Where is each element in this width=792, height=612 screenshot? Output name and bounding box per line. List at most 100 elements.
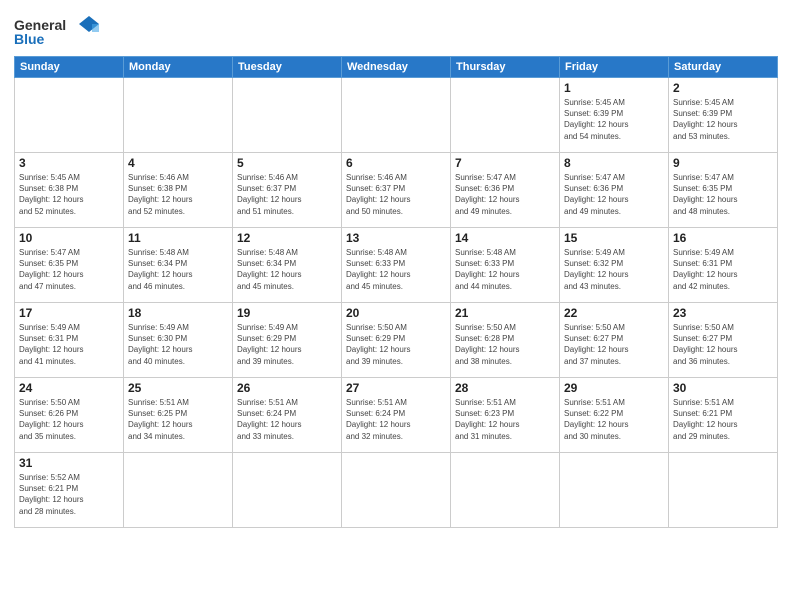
day-number: 31 bbox=[19, 456, 119, 470]
day-info: Sunrise: 5:48 AM Sunset: 6:33 PM Dayligh… bbox=[455, 247, 555, 292]
week-row-6: 31 Sunrise: 5:52 AM Sunset: 6:21 PM Dayli… bbox=[15, 453, 778, 528]
day-number: 18 bbox=[128, 306, 228, 320]
day-info: Sunrise: 5:45 AM Sunset: 6:39 PM Dayligh… bbox=[564, 97, 664, 142]
day-info: Sunrise: 5:48 AM Sunset: 6:34 PM Dayligh… bbox=[237, 247, 337, 292]
day-number: 29 bbox=[564, 381, 664, 395]
day-info: Sunrise: 5:49 AM Sunset: 6:32 PM Dayligh… bbox=[564, 247, 664, 292]
col-header-monday: Monday bbox=[124, 57, 233, 78]
day-info: Sunrise: 5:49 AM Sunset: 6:30 PM Dayligh… bbox=[128, 322, 228, 367]
col-header-saturday: Saturday bbox=[669, 57, 778, 78]
calendar-cell: 10Sunrise: 5:47 AM Sunset: 6:35 PM Dayli… bbox=[15, 228, 124, 303]
day-number: 16 bbox=[673, 231, 773, 245]
day-info: Sunrise: 5:47 AM Sunset: 6:36 PM Dayligh… bbox=[564, 172, 664, 217]
col-header-thursday: Thursday bbox=[451, 57, 560, 78]
calendar-cell bbox=[233, 453, 342, 528]
calendar-cell bbox=[233, 78, 342, 153]
calendar-cell bbox=[342, 453, 451, 528]
calendar-cell: 3 Sunrise: 5:45 AM Sunset: 6:38 PM Daylig… bbox=[15, 153, 124, 228]
calendar-cell bbox=[451, 453, 560, 528]
day-info: Sunrise: 5:51 AM Sunset: 6:21 PM Dayligh… bbox=[673, 397, 773, 442]
calendar-cell: 13 Sunrise: 5:48 AM Sunset: 6:33 PM Dayli… bbox=[342, 228, 451, 303]
day-number: 2 bbox=[673, 81, 773, 95]
day-info: Sunrise: 5:47 AM Sunset: 6:35 PM Dayligh… bbox=[673, 172, 773, 217]
calendar-cell: 6 Sunrise: 5:46 AM Sunset: 6:37 PM Daylig… bbox=[342, 153, 451, 228]
week-row-3: 10Sunrise: 5:47 AM Sunset: 6:35 PM Dayli… bbox=[15, 228, 778, 303]
calendar-cell: 15Sunrise: 5:49 AM Sunset: 6:32 PM Dayli… bbox=[560, 228, 669, 303]
calendar-cell: 1 Sunrise: 5:45 AM Sunset: 6:39 PM Daylig… bbox=[560, 78, 669, 153]
day-number: 24 bbox=[19, 381, 119, 395]
calendar-cell: 7 Sunrise: 5:47 AM Sunset: 6:36 PM Daylig… bbox=[451, 153, 560, 228]
calendar-cell: 29 Sunrise: 5:51 AM Sunset: 6:22 PM Dayli… bbox=[560, 378, 669, 453]
svg-text:Blue: Blue bbox=[14, 31, 45, 47]
calendar-cell bbox=[124, 453, 233, 528]
day-info: Sunrise: 5:45 AM Sunset: 6:39 PM Dayligh… bbox=[673, 97, 773, 142]
day-info: Sunrise: 5:50 AM Sunset: 6:28 PM Dayligh… bbox=[455, 322, 555, 367]
day-info: Sunrise: 5:49 AM Sunset: 6:31 PM Dayligh… bbox=[673, 247, 773, 292]
day-info: Sunrise: 5:51 AM Sunset: 6:23 PM Dayligh… bbox=[455, 397, 555, 442]
calendar-cell bbox=[669, 453, 778, 528]
calendar-cell: 8 Sunrise: 5:47 AM Sunset: 6:36 PM Daylig… bbox=[560, 153, 669, 228]
day-number: 23 bbox=[673, 306, 773, 320]
day-info: Sunrise: 5:51 AM Sunset: 6:24 PM Dayligh… bbox=[237, 397, 337, 442]
day-info: Sunrise: 5:49 AM Sunset: 6:31 PM Dayligh… bbox=[19, 322, 119, 367]
calendar-cell: 19 Sunrise: 5:49 AM Sunset: 6:29 PM Dayli… bbox=[233, 303, 342, 378]
calendar-cell: 26 Sunrise: 5:51 AM Sunset: 6:24 PM Dayli… bbox=[233, 378, 342, 453]
day-number: 28 bbox=[455, 381, 555, 395]
day-number: 9 bbox=[673, 156, 773, 170]
calendar-cell bbox=[560, 453, 669, 528]
day-number: 3 bbox=[19, 156, 119, 170]
day-info: Sunrise: 5:51 AM Sunset: 6:25 PM Dayligh… bbox=[128, 397, 228, 442]
calendar-cell: 2 Sunrise: 5:45 AM Sunset: 6:39 PM Daylig… bbox=[669, 78, 778, 153]
calendar-cell: 11Sunrise: 5:48 AM Sunset: 6:34 PM Dayli… bbox=[124, 228, 233, 303]
header: General Blue bbox=[14, 10, 778, 50]
day-info: Sunrise: 5:52 AM Sunset: 6:21 PM Dayligh… bbox=[19, 472, 119, 517]
calendar-cell: 18 Sunrise: 5:49 AM Sunset: 6:30 PM Dayli… bbox=[124, 303, 233, 378]
calendar-cell bbox=[342, 78, 451, 153]
calendar-header-row: SundayMondayTuesdayWednesdayThursdayFrid… bbox=[15, 57, 778, 78]
day-info: Sunrise: 5:47 AM Sunset: 6:36 PM Dayligh… bbox=[455, 172, 555, 217]
day-info: Sunrise: 5:48 AM Sunset: 6:33 PM Dayligh… bbox=[346, 247, 446, 292]
day-number: 19 bbox=[237, 306, 337, 320]
week-row-4: 17 Sunrise: 5:49 AM Sunset: 6:31 PM Dayli… bbox=[15, 303, 778, 378]
calendar-cell: 22 Sunrise: 5:50 AM Sunset: 6:27 PM Dayli… bbox=[560, 303, 669, 378]
day-number: 22 bbox=[564, 306, 664, 320]
day-info: Sunrise: 5:47 AM Sunset: 6:35 PM Dayligh… bbox=[19, 247, 119, 292]
calendar-cell bbox=[15, 78, 124, 153]
day-info: Sunrise: 5:50 AM Sunset: 6:27 PM Dayligh… bbox=[564, 322, 664, 367]
day-number: 7 bbox=[455, 156, 555, 170]
logo-svg: General Blue bbox=[14, 14, 104, 50]
col-header-friday: Friday bbox=[560, 57, 669, 78]
calendar-cell: 30 Sunrise: 5:51 AM Sunset: 6:21 PM Dayli… bbox=[669, 378, 778, 453]
day-number: 17 bbox=[19, 306, 119, 320]
day-number: 21 bbox=[455, 306, 555, 320]
week-row-5: 24Sunrise: 5:50 AM Sunset: 6:26 PM Dayli… bbox=[15, 378, 778, 453]
day-info: Sunrise: 5:50 AM Sunset: 6:29 PM Dayligh… bbox=[346, 322, 446, 367]
calendar-cell: 25 Sunrise: 5:51 AM Sunset: 6:25 PM Dayli… bbox=[124, 378, 233, 453]
day-info: Sunrise: 5:49 AM Sunset: 6:29 PM Dayligh… bbox=[237, 322, 337, 367]
day-number: 14 bbox=[455, 231, 555, 245]
day-number: 30 bbox=[673, 381, 773, 395]
col-header-sunday: Sunday bbox=[15, 57, 124, 78]
day-number: 5 bbox=[237, 156, 337, 170]
calendar-cell: 23Sunrise: 5:50 AM Sunset: 6:27 PM Dayli… bbox=[669, 303, 778, 378]
day-info: Sunrise: 5:51 AM Sunset: 6:22 PM Dayligh… bbox=[564, 397, 664, 442]
day-number: 25 bbox=[128, 381, 228, 395]
calendar-cell: 21 Sunrise: 5:50 AM Sunset: 6:28 PM Dayli… bbox=[451, 303, 560, 378]
day-number: 26 bbox=[237, 381, 337, 395]
day-number: 1 bbox=[564, 81, 664, 95]
col-header-tuesday: Tuesday bbox=[233, 57, 342, 78]
calendar-cell: 12 Sunrise: 5:48 AM Sunset: 6:34 PM Dayli… bbox=[233, 228, 342, 303]
day-number: 12 bbox=[237, 231, 337, 245]
day-info: Sunrise: 5:45 AM Sunset: 6:38 PM Dayligh… bbox=[19, 172, 119, 217]
day-info: Sunrise: 5:46 AM Sunset: 6:37 PM Dayligh… bbox=[237, 172, 337, 217]
day-number: 13 bbox=[346, 231, 446, 245]
calendar-cell bbox=[124, 78, 233, 153]
day-number: 8 bbox=[564, 156, 664, 170]
calendar-cell: 20Sunrise: 5:50 AM Sunset: 6:29 PM Dayli… bbox=[342, 303, 451, 378]
week-row-1: 1 Sunrise: 5:45 AM Sunset: 6:39 PM Daylig… bbox=[15, 78, 778, 153]
calendar-cell: 28 Sunrise: 5:51 AM Sunset: 6:23 PM Dayli… bbox=[451, 378, 560, 453]
col-header-wednesday: Wednesday bbox=[342, 57, 451, 78]
day-number: 6 bbox=[346, 156, 446, 170]
day-info: Sunrise: 5:46 AM Sunset: 6:38 PM Dayligh… bbox=[128, 172, 228, 217]
day-info: Sunrise: 5:46 AM Sunset: 6:37 PM Dayligh… bbox=[346, 172, 446, 217]
